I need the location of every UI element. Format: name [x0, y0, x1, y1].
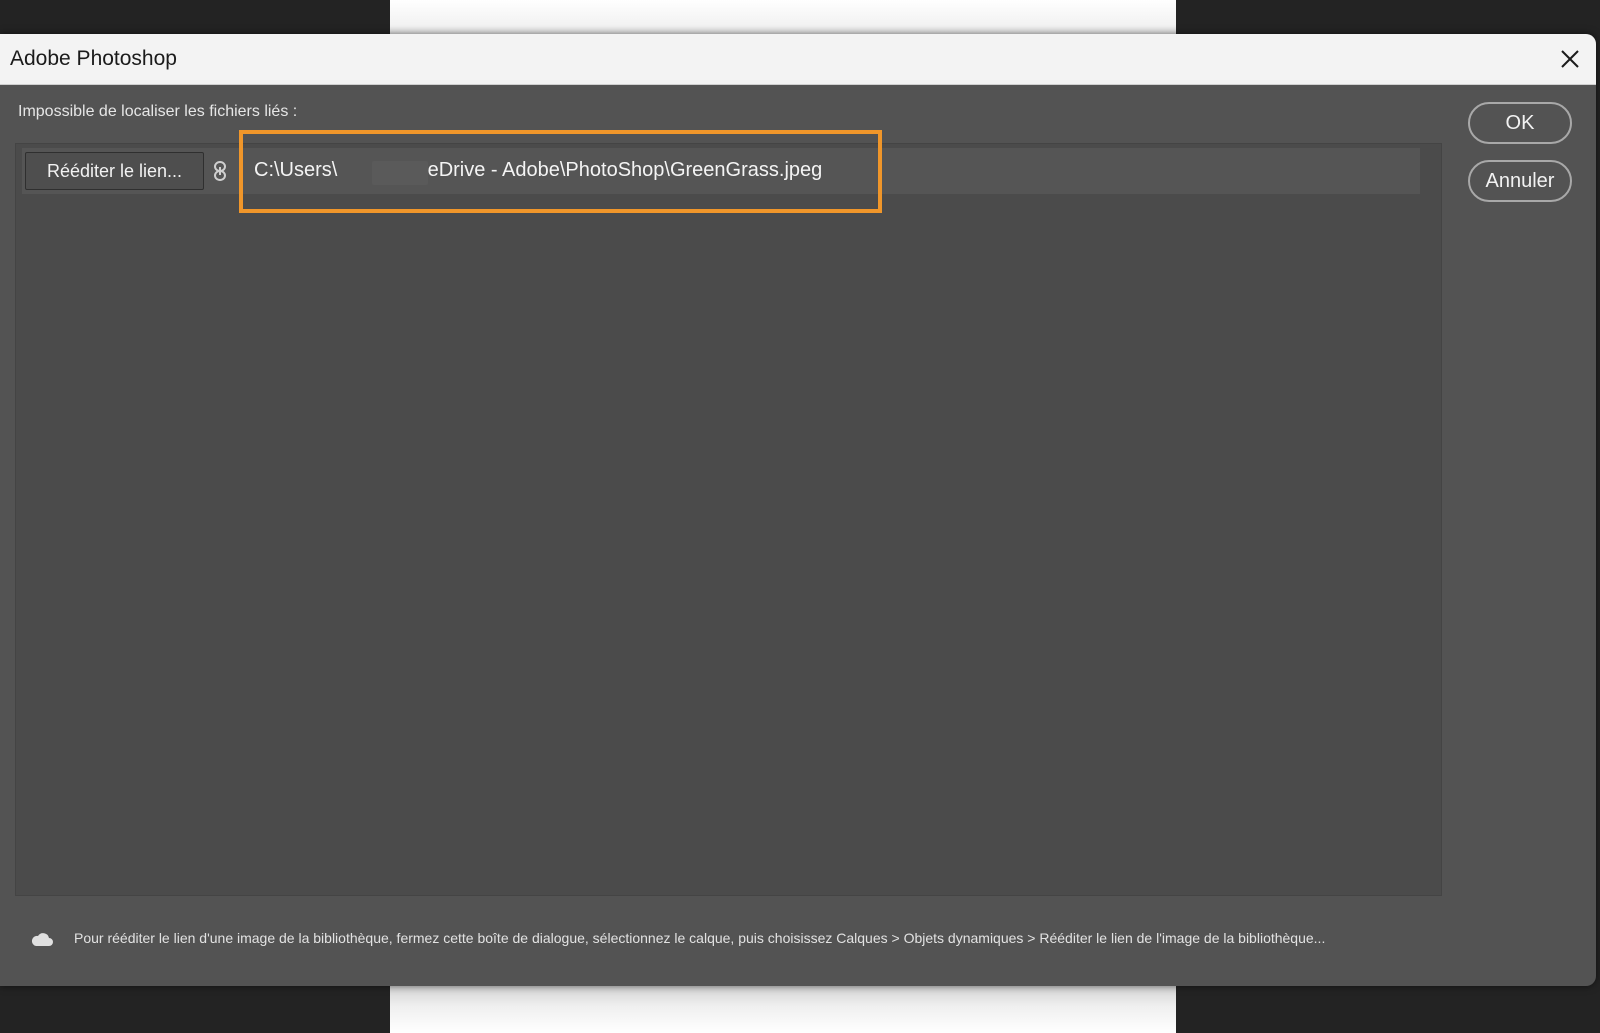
close-button[interactable]	[1550, 40, 1590, 78]
document-canvas-bottom	[390, 984, 1176, 1033]
cancel-button[interactable]: Annuler	[1468, 160, 1572, 202]
close-icon	[1561, 50, 1579, 68]
footer-note: Pour rééditer le lien d'une image de la …	[74, 930, 1326, 946]
cloud-icon	[31, 933, 53, 946]
relink-button[interactable]: Rééditer le lien...	[25, 152, 204, 190]
linked-files-list: Rééditer le lien... C:\Users\ \OneDrive -…	[15, 143, 1442, 896]
highlight-annotation	[239, 130, 882, 213]
dialog-titlebar: Adobe Photoshop	[0, 34, 1596, 85]
link-icon	[214, 161, 226, 181]
dialog-title: Adobe Photoshop	[10, 47, 177, 70]
missing-links-dialog: Adobe Photoshop Impossible de localiser …	[0, 34, 1596, 986]
document-canvas-top	[390, 0, 1176, 36]
missing-files-label: Impossible de localiser les fichiers lié…	[18, 103, 298, 120]
ok-button[interactable]: OK	[1468, 102, 1572, 144]
